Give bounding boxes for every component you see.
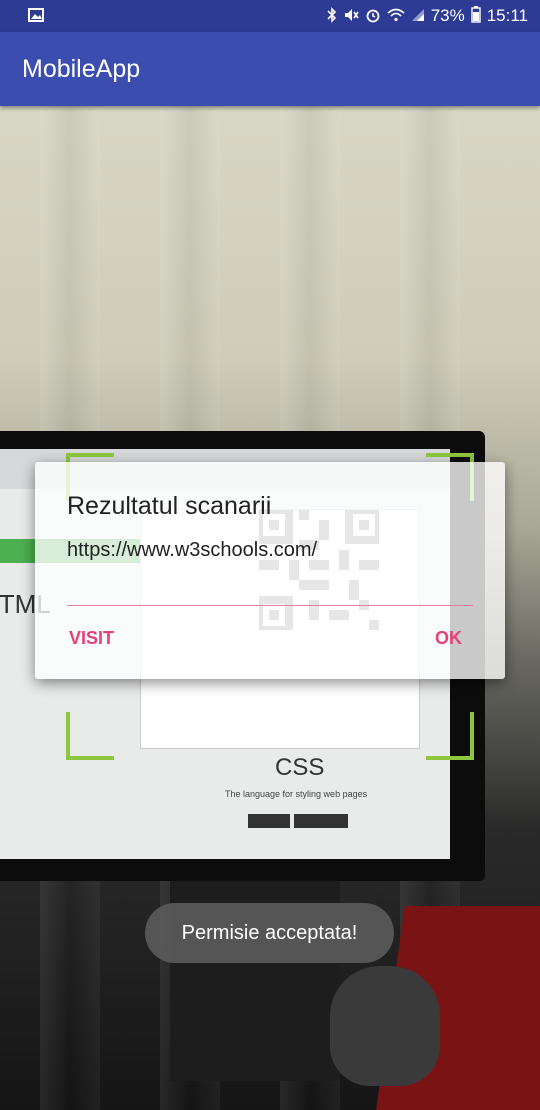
bluetooth-icon (327, 6, 337, 26)
mute-icon (343, 7, 359, 26)
toast-text: Permisie acceptata! (181, 921, 358, 944)
alarm-icon (365, 7, 381, 26)
battery-icon (471, 6, 481, 26)
ok-button[interactable]: OK (435, 628, 462, 649)
toast-message: Permisie acceptata! (145, 903, 394, 963)
app-bar: MobileApp (0, 32, 540, 106)
dialog-message: https://www.w3schools.com/ (67, 539, 318, 561)
dialog-divider (67, 605, 473, 606)
screen-button (294, 814, 348, 828)
visit-button[interactable]: VISIT (69, 628, 114, 649)
status-bar: 73% 15:11 (0, 0, 540, 32)
scan-result-dialog: Rezultatul scanarii https://www.w3school… (35, 462, 505, 679)
screen-css-text: CSS (275, 754, 325, 781)
computer-mouse (330, 966, 440, 1086)
image-icon (28, 7, 44, 25)
screen-css-subtitle: The language for styling web pages (225, 789, 368, 799)
battery-percent: 73% (430, 6, 465, 25)
screen-button (248, 814, 290, 828)
dialog-title: Rezultatul scanarii (67, 492, 272, 520)
scanner-corner-bottom-left (66, 712, 114, 760)
scanner-corner-bottom-right (426, 712, 474, 760)
app-title: MobileApp (22, 54, 141, 83)
signal-icon (411, 8, 425, 25)
wifi-icon (387, 8, 405, 25)
status-time: 15:11 (486, 6, 528, 25)
